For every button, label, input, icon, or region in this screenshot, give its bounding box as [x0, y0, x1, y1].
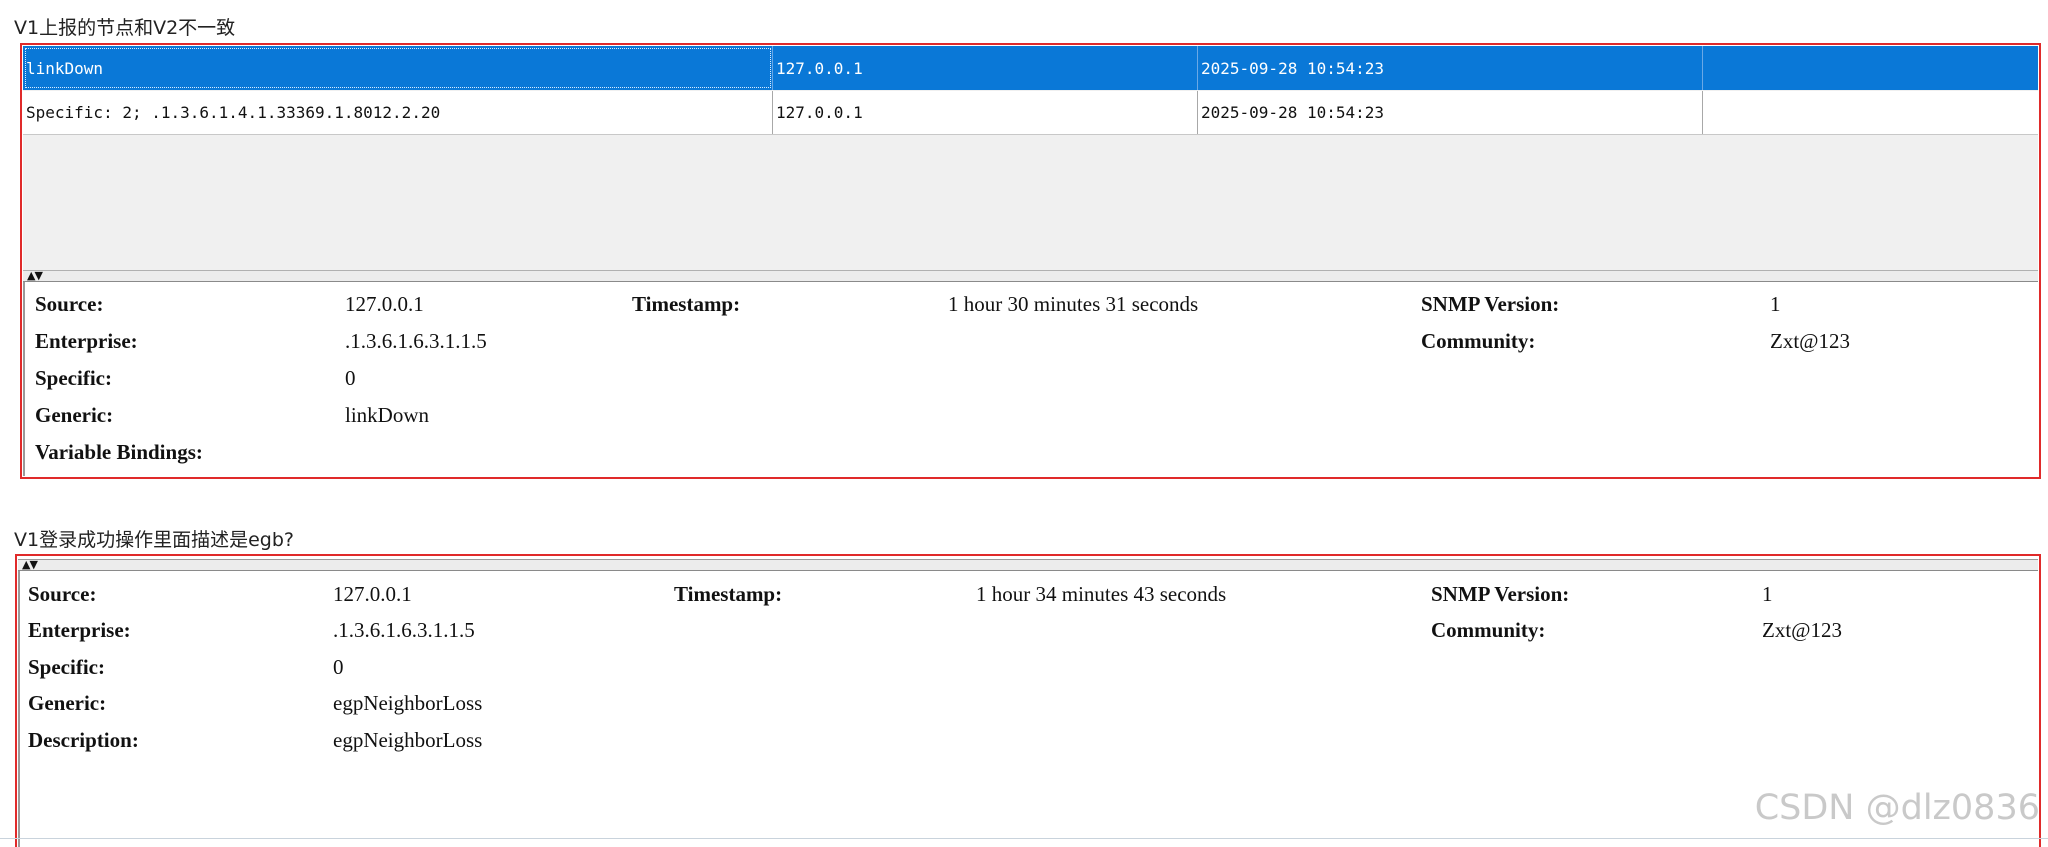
- source-label: Source:: [35, 292, 104, 316]
- specific-label: Specific:: [35, 366, 112, 390]
- trap-time-cell: 2025-09-28 10:54:23: [1198, 91, 1703, 134]
- trap-source-cell: 127.0.0.1: [773, 91, 1198, 134]
- timestamp-value: 1 hour 30 minutes 31 seconds: [948, 292, 1199, 316]
- generic-label: Generic:: [35, 403, 114, 427]
- source-value: 127.0.0.1: [345, 292, 424, 316]
- details-row-enterprise: Enterprise: .1.3.6.1.6.3.1.1.5 Community…: [20, 618, 2038, 650]
- source-value: 127.0.0.1: [333, 582, 412, 606]
- enterprise-label: Enterprise:: [28, 618, 131, 642]
- generic-value: linkDown: [345, 403, 429, 427]
- trap-list-table[interactable]: linkDown 127.0.0.1 2025-09-28 10:54:23 S…: [23, 46, 2038, 270]
- trap-name-cell: linkDown: [23, 46, 773, 90]
- details-row-generic: Generic: egpNeighborLoss: [20, 691, 2038, 723]
- trap-time-cell: 2025-09-28 10:54:23: [1198, 46, 1703, 90]
- snmp-version-label: SNMP Version:: [1431, 582, 1570, 606]
- generic-label: Generic:: [28, 691, 107, 715]
- timestamp-label: Timestamp:: [674, 582, 783, 606]
- details-row-specific: Specific: 0: [25, 366, 2038, 398]
- pane-splitter[interactable]: ▲▼: [23, 270, 2038, 282]
- specific-value: 0: [345, 366, 356, 390]
- trap-extra-cell: [1703, 46, 2038, 90]
- caption-first: V1上报的节点和V2不一致: [14, 17, 236, 39]
- community-label: Community:: [1421, 329, 1536, 353]
- timestamp-value: 1 hour 34 minutes 43 seconds: [976, 582, 1227, 606]
- details-row-source: Source: 127.0.0.1 Timestamp: 1 hour 30 m…: [25, 292, 2038, 324]
- description-label: Description:: [28, 728, 139, 752]
- trap-details: Source: 127.0.0.1 Timestamp: 1 hour 34 m…: [18, 571, 2038, 847]
- csdn-watermark: CSDN @dlz0836: [1754, 788, 2040, 828]
- splitter-arrows-icon[interactable]: ▲▼: [27, 270, 43, 281]
- splitter-arrows-icon[interactable]: ▲▼: [22, 559, 38, 570]
- trap-list-row-selected[interactable]: linkDown 127.0.0.1 2025-09-28 10:54:23: [23, 46, 2038, 90]
- bottom-divider: [0, 838, 2048, 839]
- caption-second: V1登录成功操作里面描述是egb?: [14, 529, 294, 551]
- details-row-specific: Specific: 0: [20, 655, 2038, 687]
- generic-value: egpNeighborLoss: [333, 691, 483, 715]
- variable-bindings-label: Variable Bindings:: [35, 440, 203, 464]
- details-row-bindings: Variable Bindings:: [25, 440, 2038, 472]
- details-row-generic: Generic: linkDown: [25, 403, 2038, 435]
- trap-details: Source: 127.0.0.1 Timestamp: 1 hour 30 m…: [23, 282, 2038, 476]
- trap-viewer-panel-2: ▲▼ Source: 127.0.0.1 Timestamp: 1 hour 3…: [15, 554, 2041, 847]
- trap-extra-cell: [1703, 91, 2038, 134]
- trap-list-row[interactable]: Specific: 2; .1.3.6.1.4.1.33369.1.8012.2…: [23, 91, 2038, 135]
- enterprise-value: .1.3.6.1.6.3.1.1.5: [333, 618, 475, 642]
- snmp-version-value: 1: [1762, 582, 1773, 606]
- community-label: Community:: [1431, 618, 1546, 642]
- enterprise-value: .1.3.6.1.6.3.1.1.5: [345, 329, 487, 353]
- pane-splitter[interactable]: ▲▼: [18, 559, 2038, 571]
- source-label: Source:: [28, 582, 97, 606]
- trap-name-cell: Specific: 2; .1.3.6.1.4.1.33369.1.8012.2…: [23, 91, 773, 134]
- trap-source-cell: 127.0.0.1: [773, 46, 1198, 90]
- specific-label: Specific:: [28, 655, 105, 679]
- snmp-version-value: 1: [1770, 292, 1781, 316]
- description-value: egpNeighborLoss: [333, 728, 483, 752]
- community-value: Zxt@123: [1770, 329, 1851, 353]
- snmp-version-label: SNMP Version:: [1421, 292, 1560, 316]
- enterprise-label: Enterprise:: [35, 329, 138, 353]
- details-row-description: Description: egpNeighborLoss: [20, 728, 2038, 760]
- trap-viewer-panel-1: linkDown 127.0.0.1 2025-09-28 10:54:23 S…: [20, 43, 2041, 479]
- community-value: Zxt@123: [1762, 618, 1843, 642]
- details-row-enterprise: Enterprise: .1.3.6.1.6.3.1.1.5 Community…: [25, 329, 2038, 361]
- details-row-source: Source: 127.0.0.1 Timestamp: 1 hour 34 m…: [20, 582, 2038, 614]
- timestamp-label: Timestamp:: [632, 292, 741, 316]
- specific-value: 0: [333, 655, 344, 679]
